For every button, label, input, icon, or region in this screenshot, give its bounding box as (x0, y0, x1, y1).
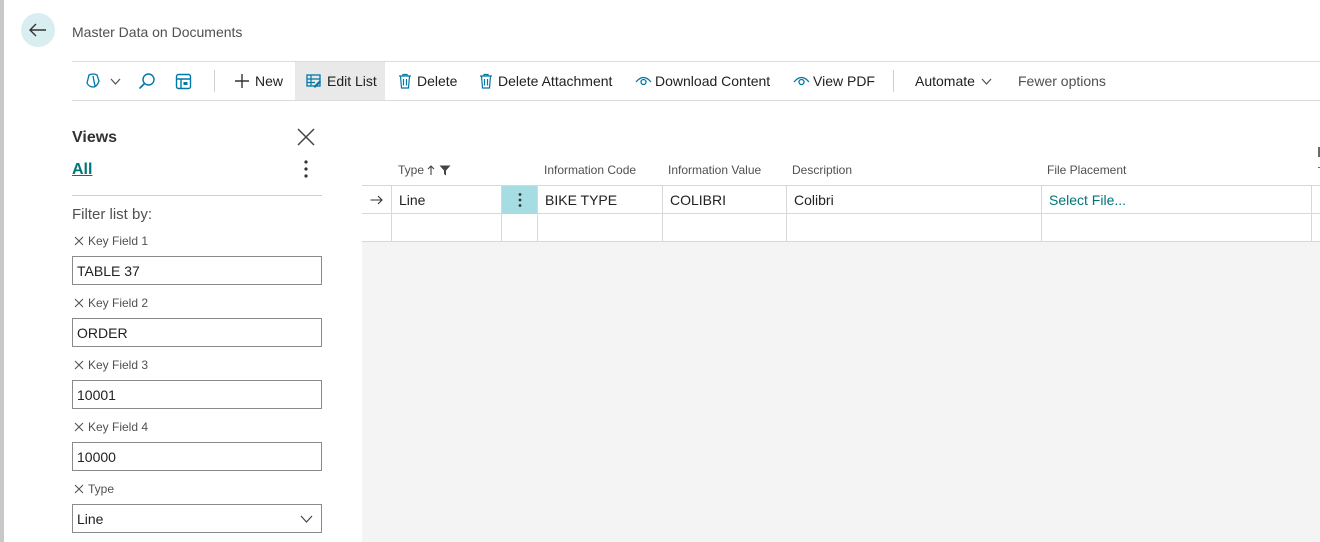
chevron-down-icon (981, 78, 992, 85)
filter-label-text: Type (88, 482, 115, 496)
column-header-description[interactable]: Description (792, 163, 852, 177)
column-header-type[interactable]: Type (398, 163, 451, 177)
back-button[interactable] (21, 13, 55, 47)
window-edge (0, 0, 4, 542)
eye-icon (793, 76, 810, 86)
delete-attachment-button[interactable]: Delete Attachment (479, 62, 612, 100)
table-row-empty[interactable] (362, 214, 1320, 242)
toolbar-divider (893, 70, 894, 92)
filter-key-field-4-label: Key Field 4 (74, 420, 148, 434)
filter-pane-divider (72, 195, 322, 196)
filter-key-field-4-input[interactable]: 10000 (72, 442, 322, 471)
row-indicator (362, 186, 392, 214)
plus-icon (235, 74, 249, 88)
download-content-button-label: Download Content (655, 73, 771, 89)
page-title: Master Data on Documents (72, 24, 243, 40)
delete-attachment-button-label: Delete Attachment (498, 73, 613, 89)
view-more-options-button[interactable] (298, 158, 314, 180)
sort-ascending-icon (427, 164, 435, 175)
filter-type-select[interactable]: Line (72, 504, 322, 533)
filter-type-label: Type (74, 482, 114, 496)
filter-pane-icon (175, 73, 192, 89)
filter-value: TABLE 37 (77, 262, 140, 279)
cell-type[interactable] (392, 214, 502, 242)
filter-key-field-2-input[interactable]: ORDER (72, 318, 322, 347)
more-vertical-icon (304, 160, 308, 178)
view-pdf-button[interactable]: View PDF (793, 62, 875, 100)
row-actions-cell (502, 214, 538, 242)
cell-information-value[interactable] (663, 214, 787, 242)
row-indicator (362, 214, 392, 242)
view-all-link[interactable]: All (72, 161, 92, 179)
remove-filter-icon[interactable] (74, 484, 84, 494)
fewer-options-button[interactable]: Fewer options (1018, 62, 1106, 100)
cell-description[interactable] (787, 214, 1042, 242)
toolbar-divider (214, 70, 215, 92)
row-actions-button[interactable] (502, 186, 538, 214)
filter-value: Line (77, 510, 104, 527)
automate-menu-button[interactable]: Automate (915, 62, 992, 100)
filter-label-text: Key Field 3 (88, 358, 149, 372)
data-grid: Line BIKE TYPE COLIBRI Colibri Select Fi… (362, 185, 1320, 242)
filter-label-text: Key Field 2 (88, 296, 149, 310)
delete-button-label: Delete (417, 73, 458, 89)
search-icon (138, 73, 155, 90)
eye-icon (635, 76, 652, 86)
filter-key-field-1-label: Key Field 1 (74, 234, 148, 248)
trash-icon (480, 73, 492, 89)
edit-list-button[interactable]: Edit List (295, 62, 385, 100)
edit-list-button-label: Edit List (327, 73, 377, 89)
close-icon (297, 128, 315, 146)
fewer-options-label: Fewer options (1018, 73, 1106, 89)
filter-key-field-1-input[interactable]: TABLE 37 (72, 256, 322, 285)
delete-button[interactable]: Delete (398, 62, 457, 100)
filter-label-text: Key Field 4 (88, 420, 149, 434)
filter-list-by-label: Filter list by: (72, 206, 153, 223)
trash-icon (399, 73, 411, 89)
filter-icon (439, 165, 451, 175)
filter-key-field-3-input[interactable]: 10001 (72, 380, 322, 409)
cell-file-placement[interactable] (1042, 214, 1312, 242)
cell-information-value[interactable]: COLIBRI (663, 186, 787, 214)
new-button[interactable]: New (234, 62, 283, 100)
filter-value: 10000 (77, 448, 116, 465)
remove-filter-icon[interactable] (74, 236, 84, 246)
filter-value: ORDER (77, 324, 128, 341)
cell-description[interactable]: Colibri (787, 186, 1042, 214)
close-filter-pane-button[interactable] (296, 127, 316, 147)
edit-list-icon (306, 74, 321, 88)
copilot-button[interactable] (84, 62, 121, 100)
filter-key-field-3-label: Key Field 3 (74, 358, 148, 372)
remove-filter-icon[interactable] (74, 360, 84, 370)
filter-key-field-2-label: Key Field 2 (74, 296, 148, 310)
arrow-left-icon (29, 23, 46, 37)
view-pdf-button-label: View PDF (813, 73, 875, 89)
download-content-button[interactable]: Download Content (635, 62, 770, 100)
cell-information-code[interactable]: BIKE TYPE (538, 186, 663, 214)
action-bar: New Edit List Delete Delete Attachment D… (72, 61, 1320, 101)
cell-file-placement-link[interactable]: Select File... (1042, 186, 1312, 214)
filter-label-text: Key Field 1 (88, 234, 149, 248)
column-header-information-value[interactable]: Information Value (668, 163, 761, 177)
automate-menu-label: Automate (915, 73, 975, 89)
views-heading: Views (72, 129, 118, 146)
arrow-right-icon (370, 195, 383, 205)
chevron-down-icon (110, 78, 121, 85)
table-row[interactable]: Line BIKE TYPE COLIBRI Colibri Select Fi… (362, 186, 1320, 214)
remove-filter-icon[interactable] (74, 422, 84, 432)
filter-value: 10001 (77, 386, 116, 403)
filter-pane-toggle-button[interactable] (175, 62, 192, 100)
remove-filter-icon[interactable] (74, 298, 84, 308)
more-vertical-icon (518, 193, 521, 207)
column-header-label: Type (398, 163, 425, 177)
copilot-icon (86, 73, 100, 88)
search-button[interactable] (138, 62, 156, 100)
column-header-information-code[interactable]: Information Code (544, 163, 636, 177)
new-button-label: New (255, 73, 284, 89)
chevron-down-icon (300, 515, 313, 523)
cell-type[interactable]: Line (392, 186, 502, 214)
cell-information-code[interactable] (538, 214, 663, 242)
column-header-file-placement[interactable]: File Placement (1047, 163, 1126, 177)
